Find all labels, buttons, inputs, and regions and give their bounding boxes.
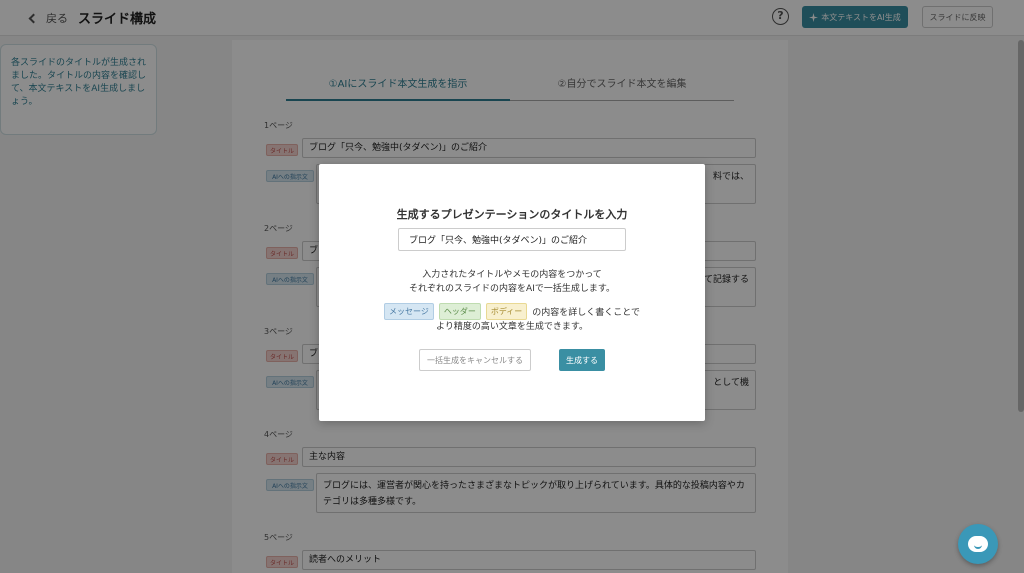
presentation-title-input[interactable] [398, 228, 626, 251]
modal-desc-line3: より精度の高い文章を生成できます。 [436, 322, 588, 332]
generate-button[interactable]: 生成する [559, 349, 605, 371]
modal-description: 入力されたタイトルやメモの内容をつかって それぞれのスライドの内容をAIで一括生… [319, 268, 705, 296]
body-tag: ボディー [485, 303, 528, 320]
cancel-bulk-generate-button[interactable]: 一括生成をキャンセルする [419, 349, 531, 371]
message-tag: メッセージ [383, 303, 434, 320]
chat-bubble-icon [968, 536, 988, 552]
header-tag: ヘッダー [438, 303, 481, 320]
modal-desc-line1: 入力されたタイトルやメモの内容をつかって [422, 270, 602, 280]
generate-modal: 生成するプレゼンテーションのタイトルを入力 入力されたタイトルやメモの内容をつか… [319, 164, 705, 421]
modal-desc-line2: それぞれのスライドの内容をAIで一括生成します。 [409, 284, 615, 294]
tags-suffix: の内容を詳しく書くことで [532, 308, 641, 318]
chat-button[interactable] [958, 524, 998, 564]
modal-tags-row: メッセージ ヘッダー ボディー の内容を詳しく書くことで [319, 303, 705, 320]
modal-heading: 生成するプレゼンテーションのタイトルを入力 [396, 208, 628, 221]
